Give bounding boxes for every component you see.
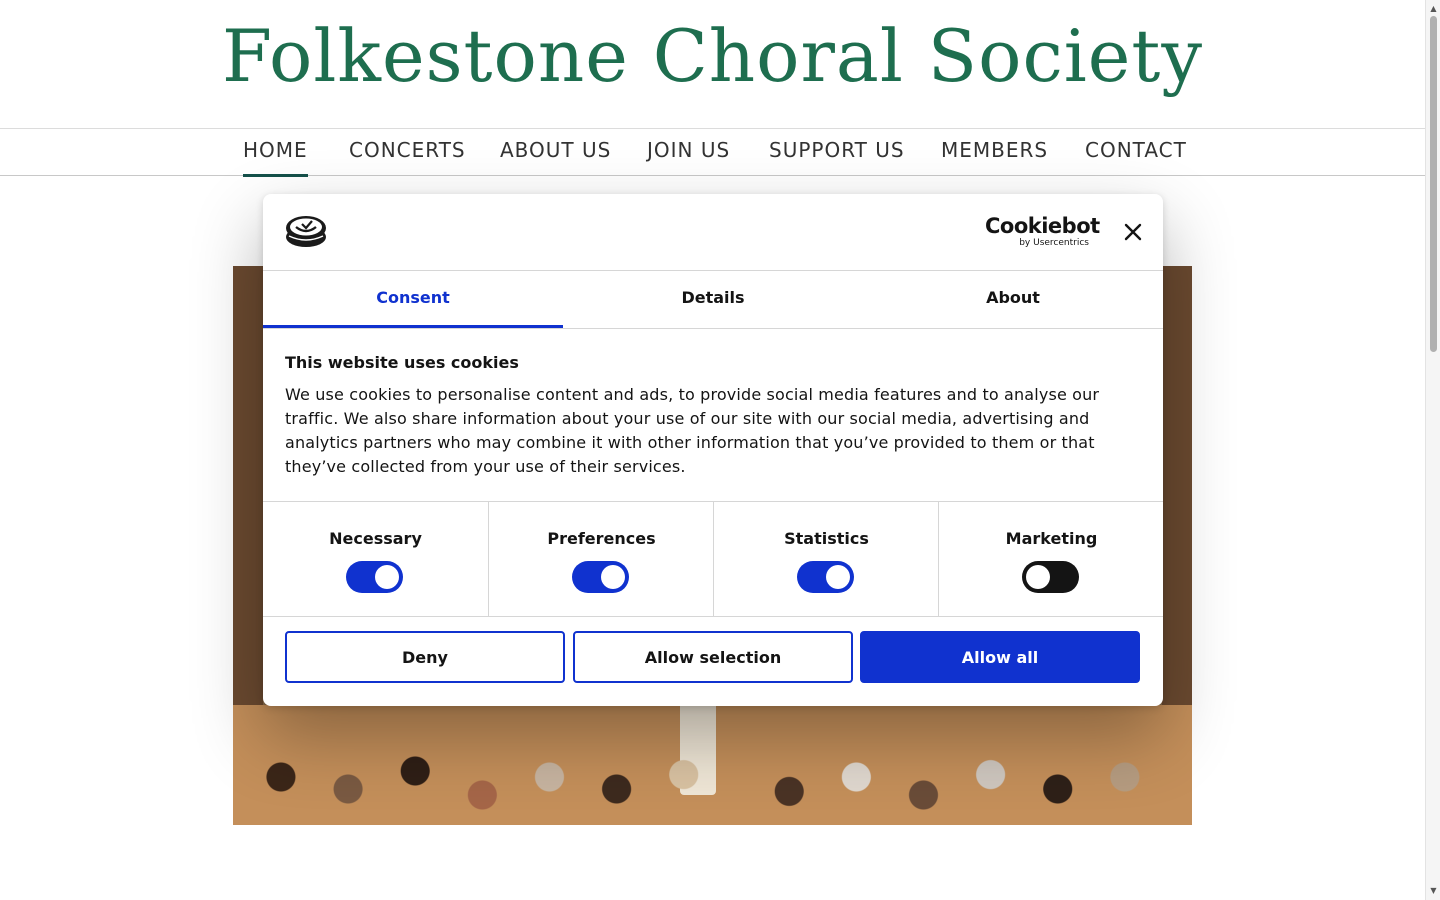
toggle-knob [1026,565,1050,589]
category-marketing: Marketing [938,502,1163,616]
toggle-marketing[interactable] [1022,561,1079,593]
nav-item-contact[interactable]: CONTACT [1085,129,1187,175]
category-label: Necessary [329,529,422,548]
allow-selection-button[interactable]: Allow selection [573,631,853,683]
nav-item-members[interactable]: MEMBERS [941,129,1048,175]
category-preferences: Preferences [488,502,714,616]
toggle-knob [375,565,399,589]
allow-all-button[interactable]: Allow all [860,631,1140,683]
nav-item-support-us[interactable]: SUPPORT US [769,129,905,175]
deny-button[interactable]: Deny [285,631,565,683]
category-label: Preferences [547,529,656,548]
toggle-knob [826,565,850,589]
tab-details[interactable]: Details [563,271,863,328]
site-title[interactable]: Folkestone Choral Society [0,14,1425,98]
tab-about[interactable]: About [863,271,1163,328]
dialog-header: Cookiebot by Usercentrics [263,194,1163,271]
toggle-knob [601,565,625,589]
cookie-categories: Necessary Preferences Statistics Marketi… [263,501,1163,617]
nav-item-home[interactable]: HOME [243,129,308,177]
close-icon[interactable] [1121,220,1145,244]
nav-item-about-us[interactable]: ABOUT US [500,129,611,175]
dialog-tabs: Consent Details About [263,271,1163,329]
toggle-necessary[interactable] [346,561,403,593]
chevron-up-icon[interactable]: ▲ [1426,2,1440,16]
site-logo-icon [286,216,326,247]
main-nav: HOME CONCERTS ABOUT US JOIN US SUPPORT U… [0,128,1425,177]
tab-consent[interactable]: Consent [263,271,563,328]
cookiebot-wordmark: Cookiebot [985,214,1100,238]
category-label: Marketing [1005,529,1098,548]
cookiebot-logo[interactable]: Cookiebot by Usercentrics [985,214,1100,250]
consent-heading: This website uses cookies [285,353,519,372]
cookie-consent-dialog: Cookiebot by Usercentrics Consent Detail… [263,194,1163,706]
toggle-statistics[interactable] [797,561,854,593]
hero-audience [233,705,1192,825]
page-scrollbar[interactable]: ▲ ▼ [1425,0,1440,900]
consent-description: We use cookies to personalise content an… [285,385,1100,476]
scroll-thumb[interactable] [1430,16,1437,352]
nav-item-concerts[interactable]: CONCERTS [349,129,466,175]
category-statistics: Statistics [713,502,939,616]
toggle-preferences[interactable] [572,561,629,593]
cookiebot-byline: by Usercentrics [1019,238,1089,248]
nav-item-join-us[interactable]: JOIN US [647,129,730,175]
category-necessary: Necessary [263,502,488,616]
tab-active-indicator [263,325,563,328]
chevron-down-icon[interactable]: ▼ [1426,884,1440,898]
category-label: Statistics [784,529,869,548]
